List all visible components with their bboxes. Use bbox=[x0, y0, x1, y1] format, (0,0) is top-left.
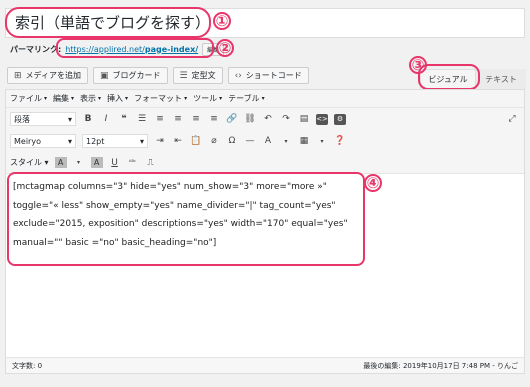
add-media-label: メディアを追加 bbox=[25, 71, 81, 80]
align-center-icon[interactable]: ≡ bbox=[190, 114, 202, 124]
bullet-list-icon[interactable]: ☰ bbox=[136, 114, 148, 124]
annotation-number-1: ① bbox=[213, 12, 231, 30]
fullscreen-icon[interactable]: ⤢ bbox=[506, 114, 518, 124]
template-button[interactable]: ☰ 定型文 bbox=[172, 67, 223, 84]
more-icon[interactable]: ▤ bbox=[298, 114, 310, 124]
help-icon[interactable]: ❓ bbox=[334, 136, 346, 146]
code-view-icon[interactable]: <> bbox=[316, 113, 328, 125]
blog-card-label: ブログカード bbox=[112, 71, 161, 80]
annotation-visual-outline bbox=[418, 64, 480, 90]
paste-text-icon[interactable]: 📋 bbox=[190, 136, 202, 146]
numbered-list-icon[interactable]: ≡ bbox=[154, 114, 166, 124]
media-buttons: ⊞ メディアを追加 ▣ ブログカード ☰ 定型文 ‹› ショートコード bbox=[7, 67, 309, 84]
format-select-value: 段落 bbox=[14, 114, 30, 124]
annotation-content-outline bbox=[7, 172, 365, 266]
format-select[interactable]: 段落 ▾ bbox=[10, 112, 76, 126]
editor-statusbar: 文字数: 0 最後の編集: 2019年10月17日 7:48 PM - りんご bbox=[6, 357, 524, 373]
menu-insert[interactable]: 挿入 bbox=[107, 93, 123, 104]
style-label: スタイル bbox=[10, 158, 42, 167]
align-left-icon[interactable]: ≡ bbox=[172, 114, 184, 124]
chevron-down-icon: ▾ bbox=[67, 114, 72, 124]
annotation-number-4: ④ bbox=[364, 174, 382, 192]
align-right-icon[interactable]: ≡ bbox=[208, 114, 220, 124]
editor: ファイル ▾ 編集 ▾ 表示 ▾ 挿入 ▾ フォーマット ▾ ツール ▾ テーブル ▾ 段落 … bbox=[5, 89, 525, 374]
bookmark-icon[interactable]: ⎍ bbox=[145, 158, 157, 168]
tab-text[interactable]: テキスト bbox=[476, 69, 526, 89]
template-label: 定型文 bbox=[191, 71, 216, 80]
media-icon: ⊞ bbox=[14, 70, 22, 81]
blockquote-icon[interactable]: ❝ bbox=[118, 114, 130, 124]
menu-format[interactable]: フォーマット bbox=[134, 93, 182, 104]
annotation-title-outline bbox=[5, 7, 211, 38]
menu-file[interactable]: ファイル bbox=[10, 93, 42, 104]
chevron-down-icon[interactable]: ▾ bbox=[316, 138, 328, 145]
background-color-icon[interactable]: A bbox=[90, 157, 103, 168]
menu-tools[interactable]: ツール bbox=[193, 93, 217, 104]
template-icon: ☰ bbox=[179, 70, 188, 81]
toolbar-row-3: スタイル ▾ A ▾ A U ᴬᴮᶜ ⎍ bbox=[6, 152, 524, 174]
size-select-value: 12pt bbox=[86, 136, 105, 146]
last-edited: 最後の編集: 2019年10月17日 7:48 PM - りんご bbox=[363, 361, 518, 370]
table-icon[interactable]: ▦ bbox=[298, 136, 310, 146]
clear-format-icon[interactable]: ⌀ bbox=[208, 136, 220, 146]
underline-icon[interactable]: U bbox=[109, 158, 121, 168]
strikethrough-icon[interactable]: ᴬᴮᶜ bbox=[127, 159, 139, 166]
blog-card-button[interactable]: ▣ ブログカード bbox=[93, 67, 168, 84]
chevron-down-icon[interactable]: ▾ bbox=[73, 159, 85, 166]
chevron-down-icon: ▾ bbox=[67, 136, 72, 146]
omega-icon[interactable]: Ω bbox=[226, 136, 238, 146]
size-select[interactable]: 12pt ▾ bbox=[82, 134, 148, 148]
link-icon[interactable]: 🔗 bbox=[226, 114, 238, 124]
italic-icon[interactable]: I bbox=[100, 114, 112, 124]
settings-icon[interactable]: ⚙ bbox=[334, 113, 346, 125]
annotation-permalink-outline bbox=[56, 38, 214, 58]
annotation-number-2: ② bbox=[216, 39, 234, 57]
text-color-icon[interactable]: A bbox=[262, 136, 274, 146]
shortcode-label: ショートコード bbox=[245, 71, 302, 80]
code-icon: ‹› bbox=[234, 70, 242, 81]
card-icon: ▣ bbox=[100, 70, 109, 81]
chevron-down-icon[interactable]: ▾ bbox=[280, 138, 292, 145]
redo-icon[interactable]: ↷ bbox=[280, 114, 292, 124]
annotation-number-3: ③ bbox=[409, 56, 427, 74]
shortcode-button[interactable]: ‹› ショートコード bbox=[227, 67, 309, 84]
indent-icon[interactable]: ⇥ bbox=[154, 136, 166, 146]
menu-edit[interactable]: 編集 bbox=[53, 93, 69, 104]
font-color-icon[interactable]: A bbox=[54, 157, 67, 168]
undo-icon[interactable]: ↶ bbox=[262, 114, 274, 124]
style-dropdown[interactable]: スタイル ▾ bbox=[10, 157, 49, 168]
add-media-button[interactable]: ⊞ メディアを追加 bbox=[7, 67, 88, 84]
outdent-icon[interactable]: ⇤ bbox=[172, 136, 184, 146]
horizontal-rule-icon[interactable]: — bbox=[244, 136, 256, 146]
unlink-icon[interactable]: ⛓ bbox=[244, 114, 256, 124]
toolbar-row-2: Meiryo ▾ 12pt ▾ ⇥ ⇤ 📋 ⌀ Ω — A ▾ ▦ ▾ ❓ bbox=[6, 130, 524, 152]
bold-icon[interactable]: B bbox=[82, 114, 94, 124]
toolbar-row-1: 段落 ▾ B I ❝ ☰ ≡ ≡ ≡ ≡ 🔗 ⛓ ↶ ↷ ▤ <> ⚙ ⤢ bbox=[6, 108, 524, 130]
font-select[interactable]: Meiryo ▾ bbox=[10, 134, 76, 148]
menu-view[interactable]: 表示 bbox=[80, 93, 96, 104]
menu-table[interactable]: テーブル bbox=[228, 93, 260, 104]
permalink-label: パーマリンク: bbox=[10, 44, 62, 54]
font-select-value: Meiryo bbox=[14, 136, 41, 146]
word-count: 文字数: 0 bbox=[12, 361, 43, 370]
editor-menubar: ファイル ▾ 編集 ▾ 表示 ▾ 挿入 ▾ フォーマット ▾ ツール ▾ テーブル ▾ bbox=[6, 90, 524, 108]
chevron-down-icon: ▾ bbox=[139, 136, 144, 146]
